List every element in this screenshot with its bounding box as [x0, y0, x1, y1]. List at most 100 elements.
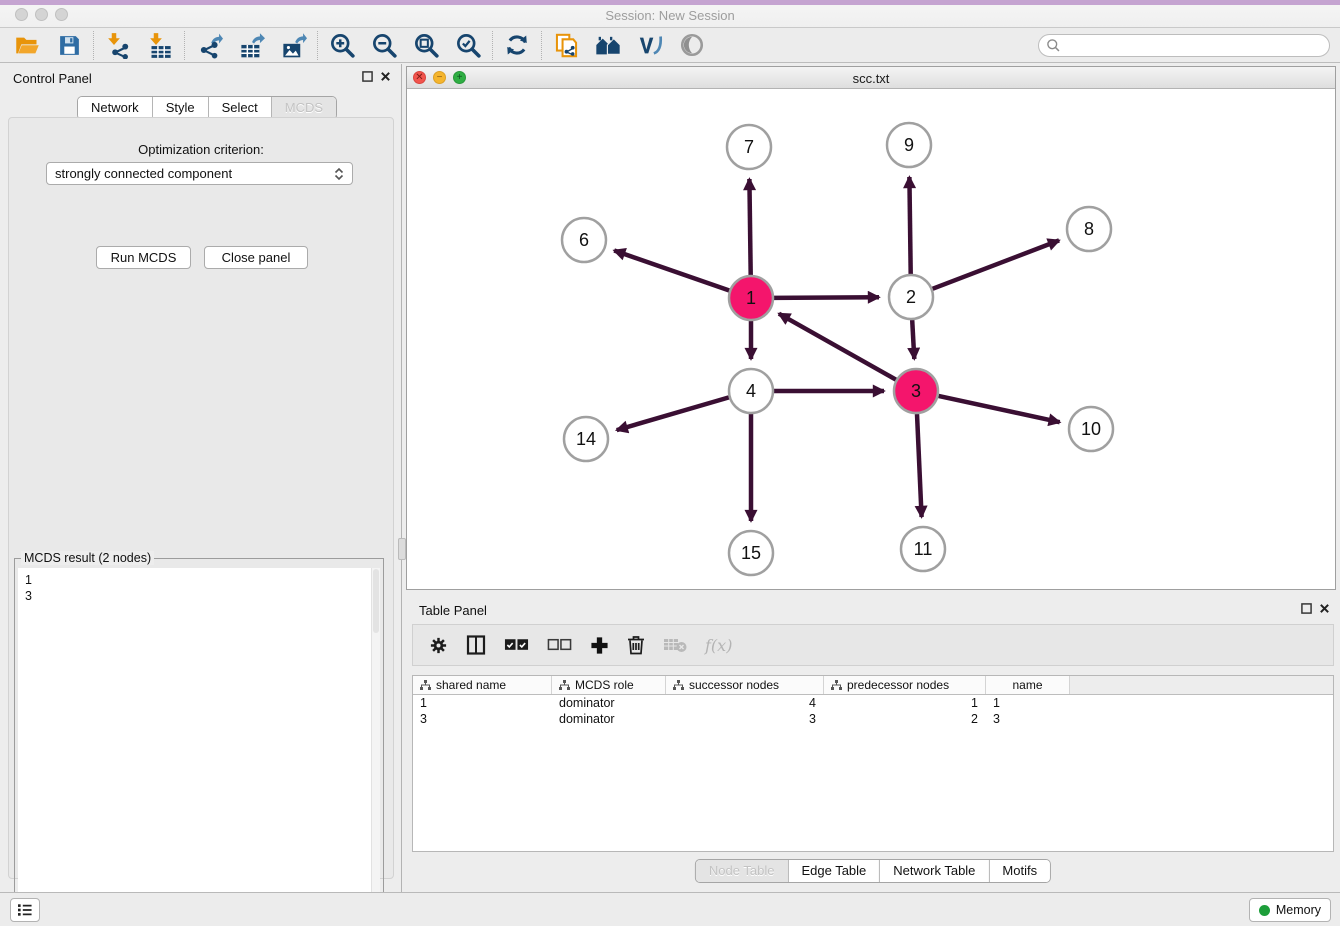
column-header-successor-nodes[interactable]: successor nodes — [666, 676, 824, 694]
edge-3-1[interactable] — [779, 314, 896, 380]
table-cell: 1 — [413, 695, 552, 711]
column-header-predecessor-nodes[interactable]: predecessor nodes — [824, 676, 986, 694]
memory-status-dot — [1259, 905, 1270, 916]
zoom-out-button[interactable] — [363, 29, 405, 62]
add-column-button[interactable] — [590, 636, 609, 655]
floppy-save-icon — [57, 33, 82, 58]
column-header-shared-name[interactable]: shared name — [413, 676, 552, 694]
export-table-button[interactable] — [230, 29, 272, 62]
tab-network[interactable]: Network — [78, 97, 152, 119]
edge-4-14[interactable] — [617, 397, 729, 430]
deselect-all-button[interactable] — [547, 638, 572, 652]
memory-label: Memory — [1276, 903, 1321, 917]
float-panel-icon[interactable] — [1301, 603, 1312, 614]
table-row[interactable]: 1dominator411 — [413, 695, 1333, 711]
dropdown-chevrons-icon — [334, 167, 344, 181]
close-panel-button[interactable]: Close panel — [204, 246, 308, 269]
select-all-button[interactable] — [504, 638, 529, 652]
edge-1-2[interactable] — [774, 297, 879, 298]
table-cell: 3 — [413, 711, 552, 727]
refresh-icon — [504, 32, 530, 58]
close-panel-icon[interactable] — [1319, 603, 1330, 614]
edge-2-9[interactable] — [909, 177, 910, 274]
table-cell: 1 — [986, 695, 1070, 711]
network-canvas-svg[interactable]: 7968124314101511 — [407, 89, 1335, 590]
magnifier-check-icon — [455, 32, 482, 59]
node-label-10: 10 — [1081, 419, 1101, 439]
table-cell: dominator — [552, 711, 666, 727]
table-cell: 1 — [824, 695, 986, 711]
show-columns-button[interactable] — [466, 635, 486, 655]
control-panel-titlebar: Control Panel — [0, 64, 401, 92]
zoom-fit-button[interactable] — [405, 29, 447, 62]
edge-2-8[interactable] — [933, 240, 1060, 288]
graphics-details-button[interactable] — [671, 29, 713, 62]
import-table-button[interactable] — [139, 29, 181, 62]
result-scrollbar[interactable] — [371, 568, 380, 926]
save-session-button[interactable] — [48, 29, 90, 62]
delete-column-button[interactable] — [627, 635, 645, 655]
memory-button[interactable]: Memory — [1249, 898, 1331, 922]
optimization-criterion-label: Optimization criterion: — [9, 142, 393, 157]
tab-edge-table[interactable]: Edge Table — [787, 860, 879, 882]
task-history-button[interactable] — [10, 898, 40, 922]
tab-style[interactable]: Style — [152, 97, 208, 119]
import-network-button[interactable] — [97, 29, 139, 62]
open-session-button[interactable] — [6, 29, 48, 62]
float-panel-icon[interactable] — [362, 71, 373, 82]
edge-1-6[interactable] — [614, 251, 729, 291]
mcds-result-area[interactable]: 1 3 — [18, 568, 380, 926]
edge-3-10[interactable] — [939, 396, 1060, 422]
mcds-result-box: MCDS result (2 nodes) 1 3 — [14, 558, 384, 926]
zoom-selected-button[interactable] — [447, 29, 489, 62]
tab-node-table[interactable]: Node Table — [696, 860, 788, 882]
status-bar: Memory — [0, 892, 1340, 926]
checked-boxes-icon — [504, 638, 529, 652]
gear-icon — [429, 636, 448, 655]
table-body: 1dominator4113dominator323 — [413, 695, 1333, 727]
edge-3-11[interactable] — [917, 414, 922, 517]
optimization-criterion-dropdown[interactable]: strongly connected component — [46, 162, 353, 185]
column-label: name — [1012, 678, 1042, 692]
tab-select[interactable]: Select — [208, 97, 271, 119]
result-scrollbar-thumb[interactable] — [373, 569, 379, 633]
export-network-button[interactable] — [188, 29, 230, 62]
node-label-3: 3 — [911, 381, 921, 401]
control-panel: Control Panel NetworkStyleSelectMCDS Opt… — [0, 64, 402, 892]
node-label-6: 6 — [579, 230, 589, 250]
apply-layout-button[interactable] — [496, 29, 538, 62]
zoom-in-button[interactable] — [321, 29, 363, 62]
share-up-arrow-icon — [196, 32, 223, 59]
trash-icon — [627, 635, 645, 655]
houses-icon — [594, 31, 622, 59]
network-title: scc.txt — [407, 71, 1335, 86]
tab-network-table[interactable]: Network Table — [879, 860, 988, 882]
clone-network-button[interactable] — [545, 29, 587, 62]
column-label: predecessor nodes — [847, 678, 949, 692]
run-mcds-button[interactable]: Run MCDS — [96, 246, 191, 269]
copy-share-icon — [553, 32, 580, 59]
close-panel-icon[interactable] — [380, 71, 391, 82]
panel-splitter-handle[interactable] — [398, 538, 406, 560]
node-label-15: 15 — [741, 543, 761, 563]
tab-motifs[interactable]: Motifs — [988, 860, 1050, 882]
unchecked-boxes-icon — [547, 638, 572, 652]
table-row[interactable]: 3dominator323 — [413, 711, 1333, 727]
column-header-name[interactable]: name — [986, 676, 1070, 694]
dropdown-selected-value: strongly connected component — [55, 166, 232, 181]
function-builder-button[interactable]: f(x) — [705, 636, 732, 655]
tab-mcds[interactable]: MCDS — [271, 97, 336, 119]
table-toolbar: f(x) — [412, 624, 1334, 666]
search-icon — [1046, 38, 1061, 53]
column-header-mcds-role[interactable]: MCDS role — [552, 676, 666, 694]
edge-2-3[interactable] — [912, 320, 914, 359]
search-input[interactable] — [1061, 36, 1329, 54]
style-preview-button[interactable] — [629, 29, 671, 62]
column-label: shared name — [436, 678, 506, 692]
network-overview-button[interactable] — [587, 29, 629, 62]
delete-table-button[interactable] — [663, 637, 687, 653]
search-box[interactable] — [1038, 34, 1330, 57]
edge-1-7[interactable] — [749, 179, 750, 275]
table-settings-button[interactable] — [429, 636, 448, 655]
export-image-button[interactable] — [272, 29, 314, 62]
